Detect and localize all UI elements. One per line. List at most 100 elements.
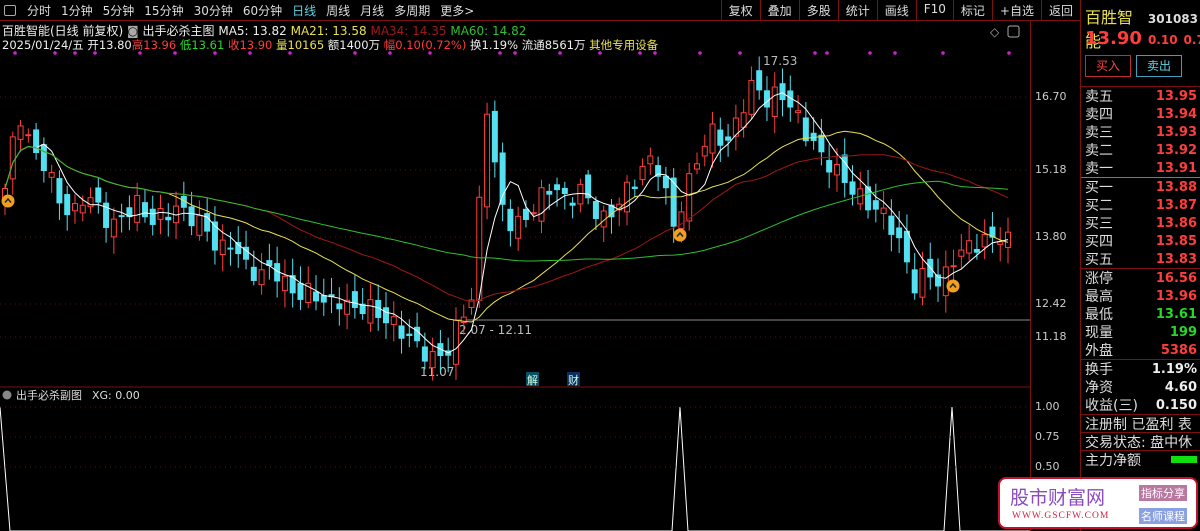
peak-label: 17.53 — [763, 54, 797, 68]
candle-body — [561, 187, 568, 194]
candle-body — [826, 160, 833, 173]
candle-body — [538, 187, 545, 222]
candle-body — [351, 291, 358, 308]
price-chart[interactable]: 2.07 - 12.11 17.53 11.07 解 财 ◇ 出手必杀副图 XG… — [0, 0, 1030, 531]
candle-body — [577, 183, 584, 205]
signal-dot — [288, 51, 292, 55]
candle-body — [631, 186, 638, 189]
candle-body — [25, 134, 32, 137]
quote-value: 13.88 — [1155, 179, 1197, 195]
candle-body — [17, 125, 24, 140]
quote-label: 换手 — [1085, 362, 1113, 378]
quote-row: 买四 13.85 — [1081, 232, 1200, 251]
candle-body — [833, 164, 840, 176]
candle-body — [149, 208, 156, 225]
sub-tick: 0.50 — [1035, 460, 1060, 473]
signal-dot — [893, 51, 897, 55]
panel-toggle-icon[interactable] — [1007, 25, 1020, 38]
candle-body — [569, 202, 576, 206]
quote-row: 最高 13.96 — [1081, 287, 1200, 306]
candle-body — [942, 266, 949, 297]
candle-body — [367, 299, 374, 324]
candle-body — [165, 216, 172, 221]
buy-signal-icon[interactable] — [673, 228, 687, 242]
buy-button[interactable]: 买入 — [1085, 55, 1131, 77]
candle-body — [592, 200, 599, 219]
quote-panel: 百胜智能 301083 13.90 0.10 0.72 买入 卖出 卖五13.9… — [1080, 0, 1200, 531]
signal-dot — [173, 51, 177, 55]
quote-value: 13.83 — [1155, 251, 1197, 267]
candle-body — [911, 269, 918, 294]
signal-dot — [248, 51, 252, 55]
candle-body — [406, 333, 413, 336]
candle-body — [87, 197, 94, 208]
quote-label: 卖五 — [1085, 89, 1113, 105]
dropdown-icon[interactable] — [2, 390, 12, 400]
signal-dot — [53, 51, 57, 55]
candle-body — [64, 194, 71, 216]
candle-body — [258, 269, 265, 286]
sell-button[interactable]: 卖出 — [1136, 55, 1182, 77]
quote-label: 涨停 — [1085, 271, 1113, 287]
quote-row: 最低 13.61 — [1081, 305, 1200, 324]
signal-dot — [428, 51, 432, 55]
quote-label: 买一 — [1085, 180, 1113, 196]
candle-body — [196, 215, 203, 236]
candle-body — [958, 249, 965, 257]
buy-signal-icon[interactable] — [946, 279, 960, 293]
price-axis: 16.70 15.18 13.80 12.42 11.18 1.00 0.75 0.50 — [1030, 21, 1080, 531]
signal-dot — [73, 51, 77, 55]
quote-label: 最低 — [1085, 307, 1113, 323]
stats-2: 换手 1.19% 净资 4.60 收益(三) 0.150 — [1081, 359, 1200, 414]
ask-book: 卖五 13.95 卖四 13.94 卖三 13.93 卖二 13.92 卖一 13.91 — [1081, 86, 1200, 177]
quote-label: 收益(三) — [1085, 398, 1138, 414]
sub-tick: 0.75 — [1035, 430, 1060, 443]
candle-body — [95, 187, 102, 203]
range-label: 2.07 - 12.11 — [459, 323, 532, 337]
diamond-icon[interactable]: ◇ — [990, 25, 1000, 39]
sub-indicator-name[interactable]: 出手必杀副图 — [16, 388, 82, 402]
candle-body — [888, 215, 895, 235]
signal-dot — [825, 51, 829, 55]
candle-body — [896, 227, 903, 239]
candle-body — [686, 173, 693, 222]
candle-body — [554, 184, 561, 191]
signal-dot — [353, 51, 357, 55]
candle-body — [157, 207, 164, 220]
candle-body — [250, 266, 257, 281]
candle-body — [320, 295, 327, 303]
candle-body — [693, 163, 700, 170]
toolbar-button[interactable]: 返回 — [1040, 0, 1080, 21]
candle-body — [390, 316, 397, 325]
stock-code: 301083 — [1147, 12, 1198, 26]
candle-body — [134, 195, 141, 223]
candle-body — [48, 172, 55, 178]
candle-body — [647, 155, 654, 165]
signal-dot — [698, 51, 702, 55]
buy-signal-icon[interactable] — [1, 194, 15, 208]
price-tick: 12.42 — [1035, 297, 1067, 310]
signal-dot — [653, 51, 657, 55]
candle-body — [313, 291, 320, 302]
candle-body — [903, 230, 910, 263]
candle-body — [484, 113, 491, 208]
candle-body — [56, 178, 63, 204]
main-net-label: 主力净额 — [1085, 452, 1141, 469]
quote-row: 买三 13.86 — [1081, 214, 1200, 233]
candle-body — [849, 181, 856, 195]
quote-value: 13.61 — [1155, 306, 1197, 322]
signal-dot — [941, 51, 945, 55]
candle-body — [872, 200, 879, 210]
quote-value: 13.92 — [1155, 142, 1197, 158]
quote-value: 13.93 — [1155, 124, 1197, 140]
quote-value: 13.94 — [1155, 106, 1197, 122]
signal-dot — [213, 51, 217, 55]
candle-body — [818, 134, 825, 153]
candle-body — [281, 275, 288, 292]
candle-body — [110, 218, 117, 238]
candle-body — [219, 239, 226, 255]
candle-body — [421, 346, 428, 362]
signal-dot — [598, 51, 602, 55]
quote-label: 卖三 — [1085, 125, 1113, 141]
candle-body — [639, 165, 646, 181]
